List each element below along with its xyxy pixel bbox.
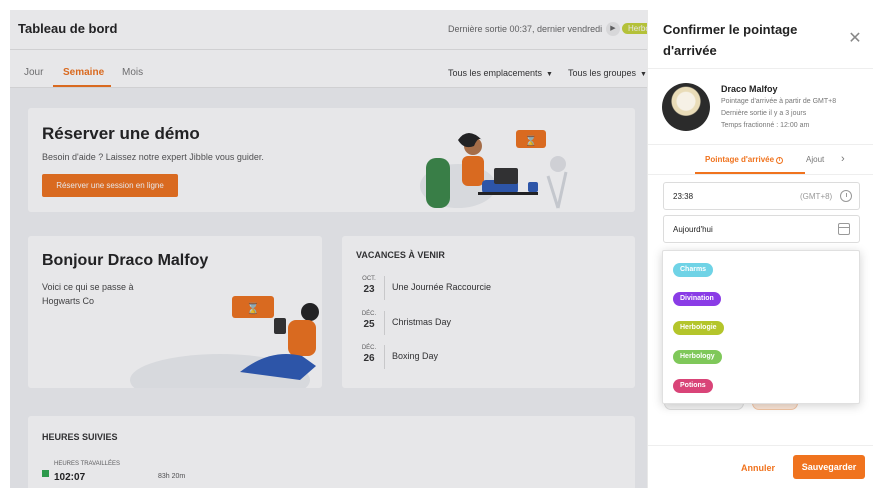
clock-icon [840, 190, 852, 202]
dropdown-item-herbologie[interactable]: Herbologie [673, 321, 724, 335]
divider [648, 144, 873, 145]
time-value: 23:38 [673, 192, 694, 201]
close-icon[interactable]: ✕ [848, 31, 862, 47]
save-button[interactable]: Sauvegarder [793, 455, 865, 479]
timezone-label: (GMT+8) [800, 192, 833, 201]
tab-clock-in-label: Pointage d'arrivée [705, 155, 775, 164]
info-icon: i [776, 157, 784, 164]
calendar-icon [838, 223, 850, 235]
tab-clock-in[interactable]: Pointage d'arrivée i [705, 155, 784, 164]
dropdown-item-herbology[interactable]: Herbology [673, 350, 722, 364]
clock-in-panel: Confirmer le pointage d'arrivée ✕ Draco … [647, 10, 873, 488]
cancel-button[interactable]: Annuler [741, 463, 775, 473]
user-name: Draco Malfoy [721, 84, 778, 94]
dropdown-item-potions[interactable]: Potions [673, 379, 713, 393]
modal-backdrop[interactable] [10, 10, 647, 488]
dropdown-item-divination[interactable]: Divination [673, 292, 721, 306]
chevron-right-icon[interactable]: › [841, 153, 845, 165]
avatar [662, 83, 710, 131]
date-field[interactable]: Aujourd'hui [663, 215, 860, 243]
user-last-exit: Dernière sortie il y a 3 jours [721, 110, 807, 117]
date-value: Aujourd'hui [673, 225, 713, 234]
activity-dropdown: Charms Divination Herbologie Herbology P… [662, 250, 860, 404]
app-window: Tableau de bord Dernière sortie 00:37, d… [10, 10, 873, 488]
divider [648, 174, 873, 175]
tab-add[interactable]: Ajout [806, 155, 824, 164]
time-field[interactable]: 23:38 (GMT+8) [663, 182, 860, 210]
divider [648, 445, 873, 446]
dropdown-item-charms[interactable]: Charms [673, 263, 714, 277]
panel-title: Confirmer le pointage d'arrivée [663, 22, 798, 58]
user-split-time: Temps fractionné : 12:00 am [721, 122, 810, 129]
divider [648, 68, 873, 69]
user-clock-in-info: Pointage d'arrivée à partir de GMT+8 [721, 98, 837, 105]
